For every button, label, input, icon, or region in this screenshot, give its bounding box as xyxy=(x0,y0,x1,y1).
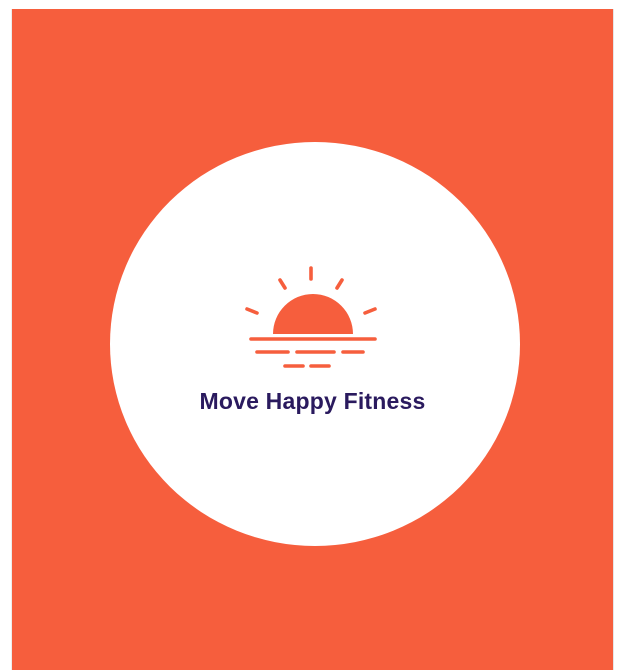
sun-ray xyxy=(335,278,344,290)
sun-ray xyxy=(278,278,287,290)
sun-ray xyxy=(245,307,259,315)
brand-name: Move Happy Fitness xyxy=(199,388,426,414)
sunrise-icon xyxy=(245,266,377,368)
sun-ray xyxy=(363,307,377,315)
page-frame: Move Happy Fitness xyxy=(0,0,624,670)
sun-half xyxy=(273,294,353,334)
